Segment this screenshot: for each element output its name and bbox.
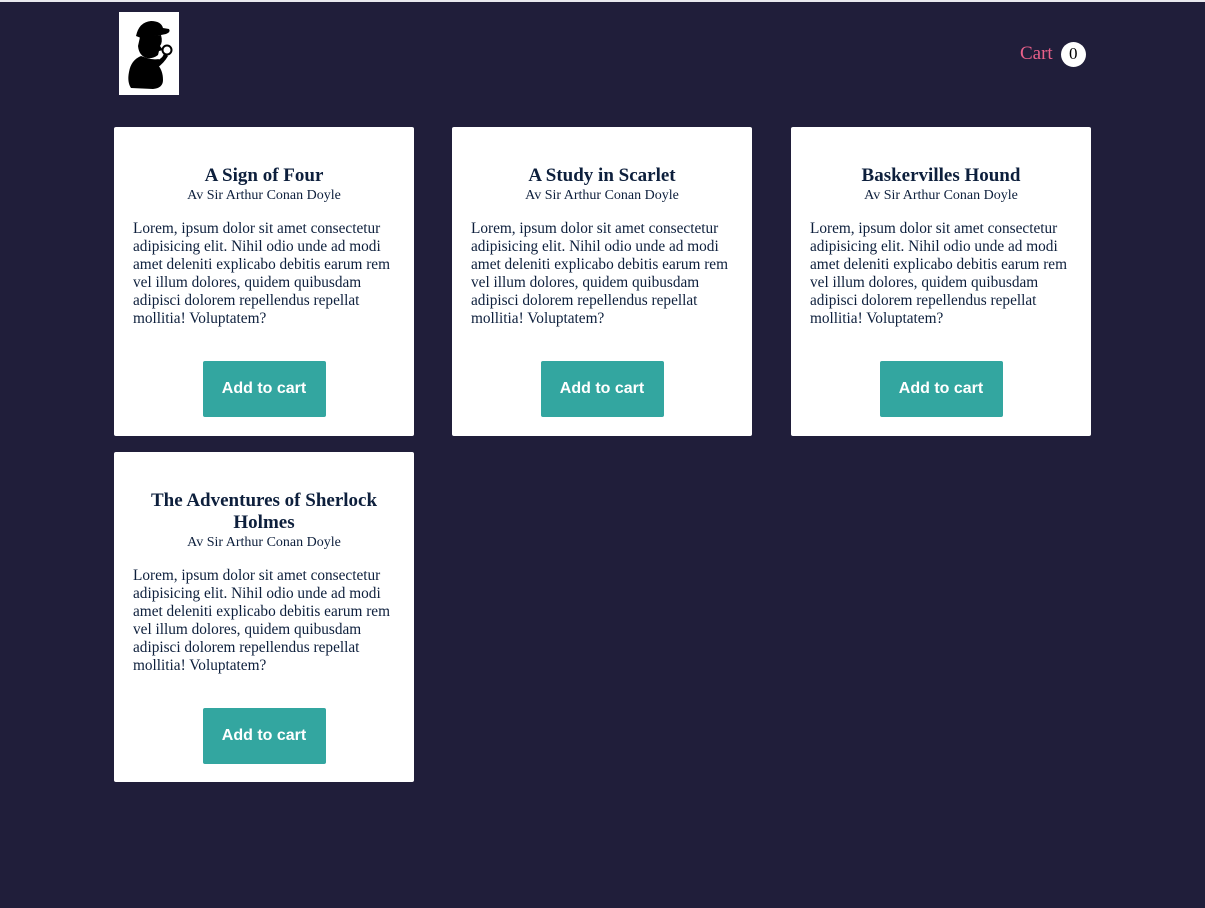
book-card: The Adventures of Sherlock Holmes Av Sir…: [114, 452, 414, 782]
book-title: Baskervilles Hound: [861, 165, 1021, 186]
book-author: Av Sir Arthur Conan Doyle: [187, 188, 341, 203]
cart-link[interactable]: Cart 0: [1020, 41, 1086, 67]
site-header: Cart 0: [0, 2, 1205, 112]
book-title: A Sign of Four: [204, 165, 324, 186]
book-author: Av Sir Arthur Conan Doyle: [525, 188, 679, 203]
cart-label: Cart: [1020, 43, 1053, 64]
add-to-cart-button[interactable]: Add to cart: [202, 708, 326, 764]
book-card: A Sign of Four Av Sir Arthur Conan Doyle…: [114, 127, 414, 436]
add-to-cart-button[interactable]: Add to cart: [879, 361, 1003, 417]
add-to-cart-button[interactable]: Add to cart: [202, 361, 326, 417]
book-author: Av Sir Arthur Conan Doyle: [864, 188, 1018, 203]
add-to-cart-button[interactable]: Add to cart: [540, 361, 664, 417]
book-title: The Adventures of Sherlock Holmes: [150, 490, 378, 533]
cart-count-badge: 0: [1060, 41, 1086, 67]
book-description: Lorem, ipsum dolor sit amet consectetur …: [471, 220, 728, 327]
book-card: A Study in Scarlet Av Sir Arthur Conan D…: [452, 127, 752, 436]
book-card: Baskervilles Hound Av Sir Arthur Conan D…: [791, 127, 1091, 436]
book-title: A Study in Scarlet: [528, 165, 676, 186]
book-description: Lorem, ipsum dolor sit amet consectetur …: [810, 220, 1067, 327]
book-description: Lorem, ipsum dolor sit amet consectetur …: [133, 220, 390, 327]
book-author: Av Sir Arthur Conan Doyle: [187, 535, 341, 550]
sherlock-logo-icon[interactable]: [119, 12, 179, 95]
book-description: Lorem, ipsum dolor sit amet consectetur …: [133, 567, 390, 674]
